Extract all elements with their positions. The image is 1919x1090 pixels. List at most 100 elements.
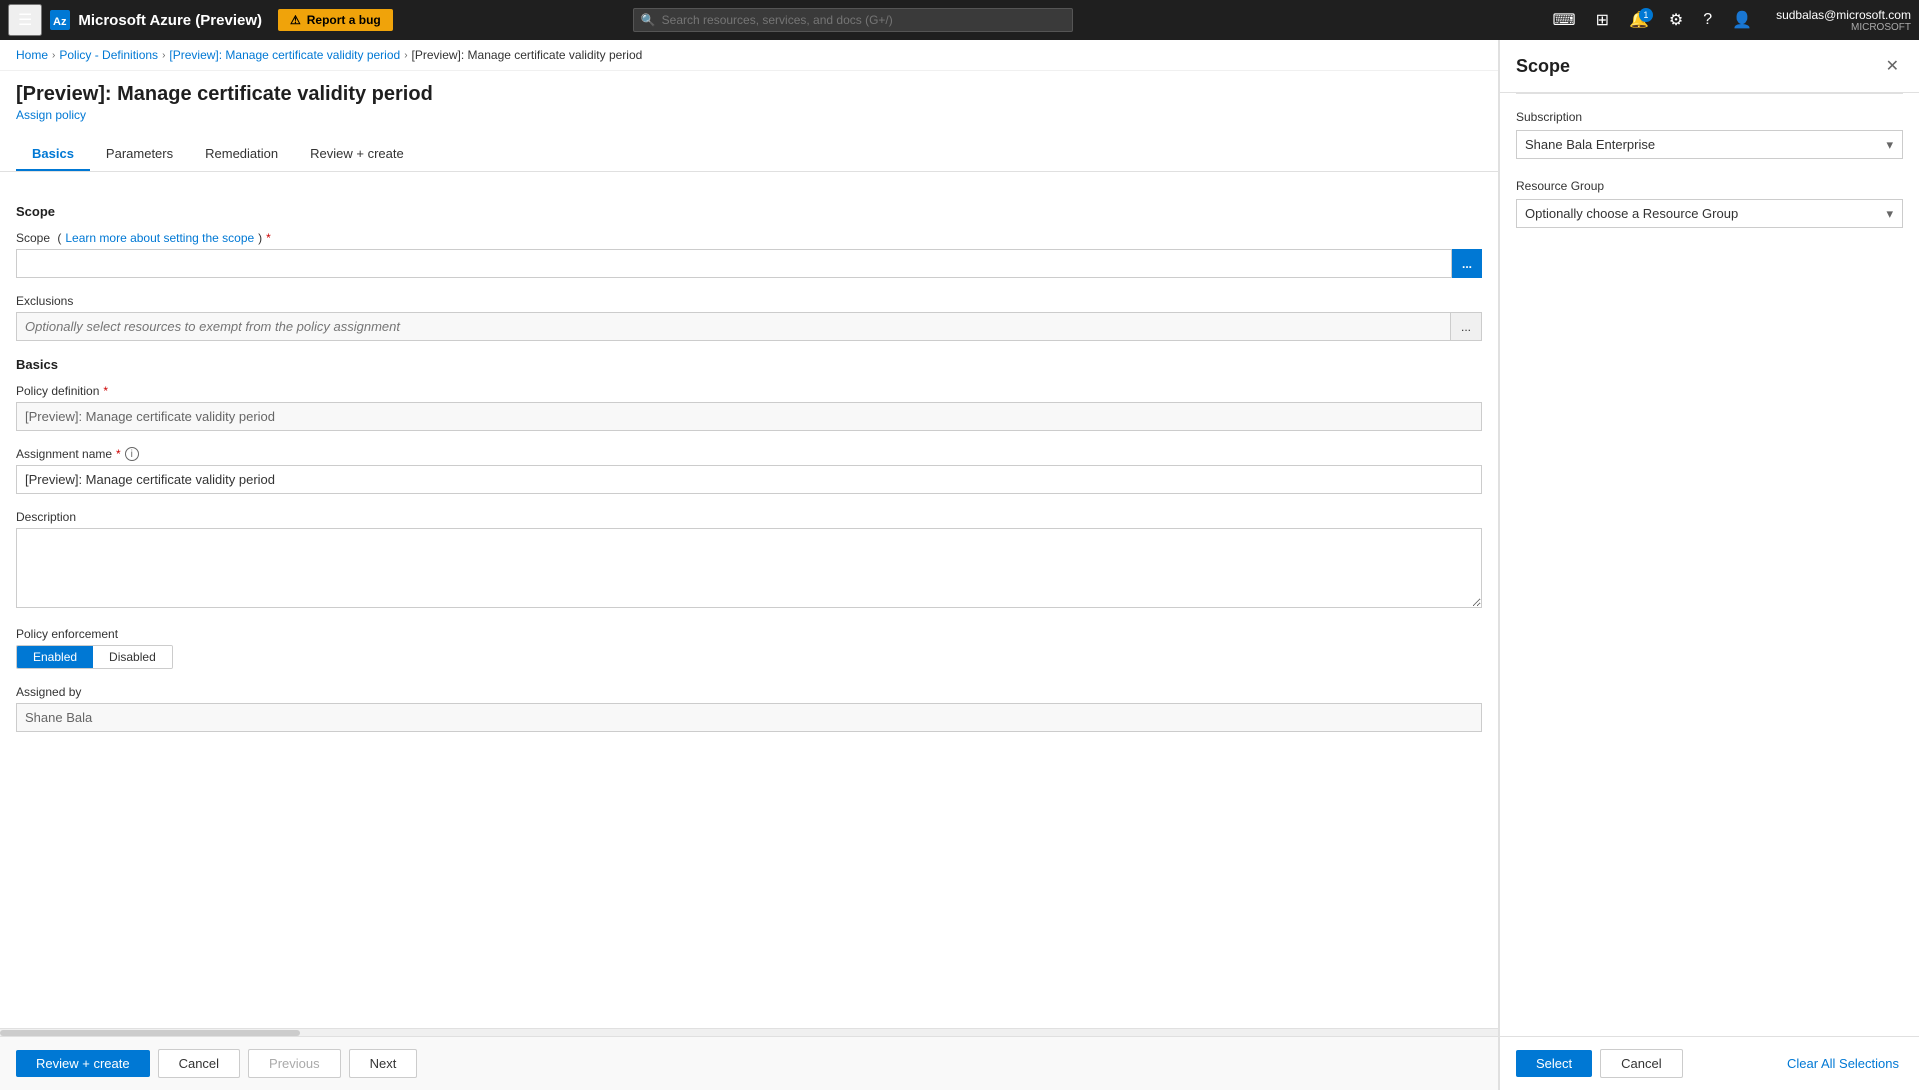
tab-basics[interactable]: Basics bbox=[16, 138, 90, 171]
brand-logo: Az Microsoft Azure (Preview) bbox=[50, 10, 262, 30]
settings-button[interactable]: ⚙ bbox=[1661, 6, 1691, 34]
scope-learn-more-link[interactable]: Learn more about setting the scope bbox=[65, 231, 254, 245]
exclusions-label: Exclusions bbox=[16, 294, 1482, 308]
breadcrumb-sep-3: › bbox=[404, 50, 407, 61]
scope-panel-close-button[interactable]: ✕ bbox=[1882, 52, 1903, 80]
basics-section: Basics Policy definition * Assignment na… bbox=[16, 357, 1482, 732]
search-bar: 🔍 bbox=[633, 8, 1073, 32]
tab-remediation[interactable]: Remediation bbox=[189, 138, 294, 171]
bug-icon: ⚠ bbox=[290, 13, 301, 27]
scope-select-button[interactable]: Select bbox=[1516, 1050, 1592, 1077]
scope-section-title: Scope bbox=[16, 204, 1482, 219]
assignment-name-form-group: Assignment name * i bbox=[16, 447, 1482, 494]
enforcement-disabled-button[interactable]: Disabled bbox=[93, 646, 172, 668]
scrollbar-thumb bbox=[0, 1030, 300, 1036]
tab-review-create[interactable]: Review + create bbox=[294, 138, 420, 171]
page-title: [Preview]: Manage certificate validity p… bbox=[16, 83, 1482, 106]
scope-panel: Scope ✕ Subscription Shane Bala Enterpri… bbox=[1499, 40, 1919, 1090]
subscription-form-group: Subscription Shane Bala Enterprise bbox=[1516, 110, 1903, 159]
breadcrumb-policy-definitions[interactable]: Policy - Definitions bbox=[59, 48, 158, 62]
breadcrumb-current: [Preview]: Manage certificate validity p… bbox=[412, 48, 643, 62]
exclusions-browse-button[interactable]: ... bbox=[1451, 312, 1482, 341]
page-subtitle[interactable]: Assign policy bbox=[16, 108, 1482, 122]
tabs: Basics Parameters Remediation Review + c… bbox=[0, 130, 1498, 172]
enforcement-toggle: Enabled Disabled bbox=[16, 645, 173, 669]
scope-cancel-button[interactable]: Cancel bbox=[1600, 1049, 1682, 1078]
description-label: Description bbox=[16, 510, 1482, 524]
policy-definition-form-group: Policy definition * bbox=[16, 384, 1482, 431]
scope-panel-header: Scope ✕ bbox=[1500, 40, 1919, 93]
assignment-name-label: Assignment name * i bbox=[16, 447, 1482, 461]
subscription-select[interactable]: Shane Bala Enterprise bbox=[1516, 130, 1903, 159]
assignment-name-required: * bbox=[116, 447, 121, 461]
report-bug-button[interactable]: ⚠ Report a bug bbox=[278, 9, 393, 31]
subscription-label: Subscription bbox=[1516, 110, 1903, 124]
basics-section-title: Basics bbox=[16, 357, 1482, 372]
review-create-button[interactable]: Review + create bbox=[16, 1050, 150, 1077]
page-header: [Preview]: Manage certificate validity p… bbox=[0, 71, 1498, 122]
assigned-by-input bbox=[16, 703, 1482, 732]
exclusions-input-row: ... bbox=[16, 312, 1482, 341]
topbar: ☰ Az Microsoft Azure (Preview) ⚠ Report … bbox=[0, 0, 1919, 40]
scope-panel-title: Scope bbox=[1516, 56, 1570, 77]
clear-all-button[interactable]: Clear All Selections bbox=[1783, 1050, 1903, 1077]
policy-enforcement-form-group: Policy enforcement Enabled Disabled bbox=[16, 627, 1482, 669]
previous-button[interactable]: Previous bbox=[248, 1049, 341, 1078]
resource-group-select[interactable]: Optionally choose a Resource Group bbox=[1516, 199, 1903, 228]
assigned-by-form-group: Assigned by bbox=[16, 685, 1482, 732]
resource-group-select-wrapper: Optionally choose a Resource Group bbox=[1516, 199, 1903, 228]
left-panel: Home › Policy - Definitions › [Preview]:… bbox=[0, 40, 1499, 1090]
breadcrumb-home[interactable]: Home bbox=[16, 48, 48, 62]
search-input[interactable] bbox=[633, 8, 1073, 32]
enforcement-enabled-button[interactable]: Enabled bbox=[17, 646, 93, 668]
user-tenant: MICROSOFT bbox=[1851, 22, 1911, 33]
main-layout: Home › Policy - Definitions › [Preview]:… bbox=[0, 40, 1919, 1090]
svg-text:Az: Az bbox=[53, 16, 67, 28]
breadcrumb: Home › Policy - Definitions › [Preview]:… bbox=[0, 40, 1498, 71]
portal-settings-button[interactable]: ⊞ bbox=[1588, 6, 1617, 34]
assigned-by-label: Assigned by bbox=[16, 685, 1482, 699]
cloud-shell-button[interactable]: ⌨ bbox=[1544, 6, 1583, 34]
assignment-name-input[interactable] bbox=[16, 465, 1482, 494]
content-area: Scope Scope (Learn more about setting th… bbox=[0, 172, 1498, 1028]
scope-browse-button[interactable]: ... bbox=[1452, 249, 1482, 278]
exclusions-input[interactable] bbox=[16, 312, 1451, 341]
policy-definition-input bbox=[16, 402, 1482, 431]
cancel-button[interactable]: Cancel bbox=[158, 1049, 240, 1078]
next-button[interactable]: Next bbox=[349, 1049, 418, 1078]
bottom-action-bar: Review + create Cancel Previous Next bbox=[0, 1036, 1498, 1090]
policy-definition-required: * bbox=[103, 384, 108, 398]
policy-definition-label: Policy definition * bbox=[16, 384, 1482, 398]
description-textarea[interactable] bbox=[16, 528, 1482, 608]
subscription-select-wrapper: Shane Bala Enterprise bbox=[1516, 130, 1903, 159]
hamburger-menu-button[interactable]: ☰ bbox=[8, 4, 42, 36]
scope-form-group: Scope (Learn more about setting the scop… bbox=[16, 231, 1482, 278]
tab-parameters[interactable]: Parameters bbox=[90, 138, 189, 171]
azure-logo-icon: Az bbox=[50, 10, 70, 30]
assignment-name-info-icon[interactable]: i bbox=[125, 447, 139, 461]
topbar-icon-group: ⌨ ⊞ 🔔 1 ⚙ ? 👤 bbox=[1544, 6, 1760, 34]
horizontal-scrollbar[interactable] bbox=[0, 1028, 1498, 1036]
help-button[interactable]: ? bbox=[1695, 7, 1720, 33]
user-email: sudbalas@microsoft.com bbox=[1776, 8, 1911, 22]
breadcrumb-sep-2: › bbox=[162, 50, 165, 61]
policy-enforcement-label: Policy enforcement bbox=[16, 627, 1482, 641]
resource-group-form-group: Resource Group Optionally choose a Resou… bbox=[1516, 179, 1903, 228]
scope-input-row: ... bbox=[16, 249, 1482, 278]
scope-label: Scope (Learn more about setting the scop… bbox=[16, 231, 1482, 245]
user-info[interactable]: sudbalas@microsoft.com MICROSOFT bbox=[1776, 8, 1911, 33]
scope-required: * bbox=[266, 231, 271, 245]
user-icon-button[interactable]: 👤 bbox=[1724, 6, 1760, 34]
scope-panel-bottom-bar: Select Cancel Clear All Selections bbox=[1500, 1036, 1919, 1090]
description-form-group: Description bbox=[16, 510, 1482, 611]
breadcrumb-manage-cert[interactable]: [Preview]: Manage certificate validity p… bbox=[169, 48, 400, 62]
breadcrumb-sep-1: › bbox=[52, 50, 55, 61]
exclusions-form-group: Exclusions ... bbox=[16, 294, 1482, 341]
scope-input[interactable] bbox=[16, 249, 1452, 278]
resource-group-label: Resource Group bbox=[1516, 179, 1903, 193]
notifications-button[interactable]: 🔔 1 bbox=[1621, 6, 1657, 34]
scope-section: Scope Scope (Learn more about setting th… bbox=[16, 204, 1482, 341]
scope-panel-content: Subscription Shane Bala Enterprise Resou… bbox=[1500, 94, 1919, 1036]
search-icon: 🔍 bbox=[641, 13, 656, 27]
notification-badge: 1 bbox=[1639, 8, 1653, 22]
